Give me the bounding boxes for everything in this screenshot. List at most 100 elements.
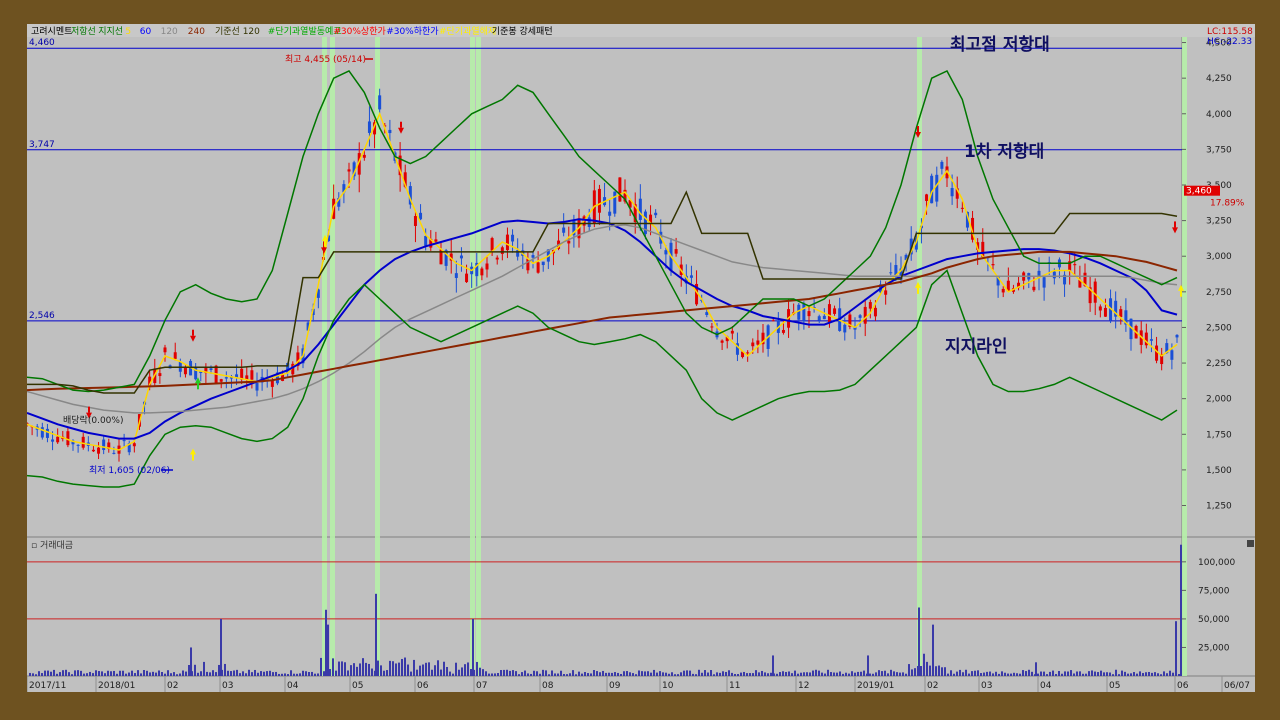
- stock-chart-area[interactable]: 1,250 1,500 1,750 2,000 2,250 2,500 2,750 3,000…: [25, 24, 1255, 692]
- price-tick-label: 1,750: [1206, 430, 1232, 440]
- volume-bar: [689, 670, 691, 676]
- volume-bar: [296, 673, 298, 676]
- volume-bar: [1049, 671, 1051, 676]
- volume-bar: [533, 670, 535, 676]
- volume-bar: [365, 662, 367, 676]
- volume-bar: [341, 661, 343, 676]
- volume-bar: [350, 665, 352, 676]
- volume-bar: [308, 672, 310, 676]
- legend-item: 기준선 120: [215, 26, 260, 37]
- volume-bar: [932, 624, 934, 676]
- volume-bar: [431, 669, 433, 676]
- volume-bar: [1139, 671, 1141, 676]
- volume-bar: [1025, 671, 1027, 676]
- volume-bar: [488, 673, 490, 676]
- volume-bar: [1148, 671, 1150, 676]
- volume-bar: [1010, 673, 1012, 676]
- volume-bar: [563, 674, 565, 676]
- candle-body: [817, 316, 821, 321]
- volume-bar: [974, 670, 976, 676]
- volume-bar: [842, 673, 844, 676]
- volume-bar: [965, 669, 967, 676]
- volume-tick-label: 75,000: [1198, 586, 1230, 596]
- volume-bar: [107, 670, 109, 676]
- chart-frame: 1,250 1,500 1,750 2,000 2,250 2,500 2,750 3,000…: [0, 0, 1280, 720]
- volume-bar: [461, 667, 463, 676]
- volume-bar: [1037, 673, 1039, 676]
- volume-bar: [1175, 621, 1177, 676]
- date-tick-label: 05: [1109, 681, 1120, 691]
- volume-bar: [918, 607, 920, 676]
- volume-bar: [467, 662, 469, 676]
- date-tick-label: 09: [609, 681, 621, 691]
- candle-body: [76, 444, 80, 446]
- candle-body: [797, 304, 801, 320]
- candle-body: [771, 320, 775, 322]
- volume-bar: [332, 658, 334, 676]
- volume-bar: [647, 671, 649, 676]
- volume-bar: [116, 673, 118, 676]
- volume-bar: [1112, 674, 1114, 676]
- volume-bar: [893, 671, 895, 676]
- candle-body: [424, 236, 428, 246]
- date-tick-label: 08: [542, 681, 554, 691]
- volume-bar: [830, 672, 832, 676]
- candle-body: [1175, 334, 1179, 338]
- volume-bar: [449, 671, 451, 676]
- legend-item: 저항선: [71, 26, 96, 37]
- volume-bar: [803, 672, 805, 676]
- volume-bar: [644, 671, 646, 676]
- volume-bar: [71, 674, 73, 676]
- price-chart-svg[interactable]: 1,250 1,500 1,750 2,000 2,250 2,500 2,750 3,000…: [25, 24, 1255, 692]
- legend-item: #30%하한가: [386, 26, 438, 37]
- signal-highlight-bar: [1182, 37, 1187, 676]
- candle-body: [940, 161, 944, 169]
- signal-highlight-bar: [476, 37, 481, 676]
- volume-bar: [251, 672, 253, 676]
- price-tick-label: 2,250: [1206, 359, 1232, 369]
- volume-bar: [266, 671, 268, 676]
- volume-bar: [1058, 670, 1060, 676]
- volume-bar: [740, 672, 742, 676]
- candle-body: [827, 304, 831, 323]
- candle-body: [1170, 350, 1174, 360]
- volume-bar: [380, 665, 382, 676]
- volume-bar: [929, 665, 931, 676]
- volume-bar: [548, 674, 550, 676]
- annotation-resistance-top: 최고점 저항대: [950, 34, 1050, 55]
- candle-body: [802, 304, 806, 322]
- candle-body: [250, 370, 254, 380]
- volume-bar: [947, 673, 949, 676]
- volume-bar: [248, 669, 250, 676]
- hc-readout: HC:-22.33: [1207, 37, 1252, 47]
- volume-bar: [875, 672, 877, 676]
- candle-body: [991, 264, 995, 266]
- volume-bar: [713, 674, 715, 676]
- volume-bar: [302, 670, 304, 676]
- date-tick-label: 03: [981, 681, 992, 691]
- volume-bar: [362, 658, 364, 676]
- volume-bar: [167, 670, 169, 676]
- volume-bar: [944, 667, 946, 676]
- volume-bar: [581, 673, 583, 676]
- volume-bar: [605, 672, 607, 676]
- volume-bar: [983, 672, 985, 676]
- volume-bar: [1166, 673, 1168, 676]
- volume-bar: [821, 672, 823, 676]
- volume-bar: [203, 661, 205, 676]
- volume-tick-label: 25,000: [1198, 643, 1230, 653]
- volume-bar: [1001, 671, 1003, 676]
- volume-bar: [206, 671, 208, 676]
- volume-bar: [599, 672, 601, 676]
- candle-body: [419, 212, 423, 220]
- volume-bar: [35, 674, 37, 676]
- volume-bar: [140, 673, 142, 676]
- volume-bar: [311, 671, 313, 676]
- volume-bar: [437, 660, 439, 676]
- price-tick-label: 4,000: [1206, 110, 1232, 120]
- candle-body: [51, 439, 55, 442]
- date-tick-label: 02: [927, 681, 938, 691]
- volume-bar: [530, 673, 532, 676]
- volume-bar: [959, 669, 961, 676]
- volume-bar: [1106, 672, 1108, 676]
